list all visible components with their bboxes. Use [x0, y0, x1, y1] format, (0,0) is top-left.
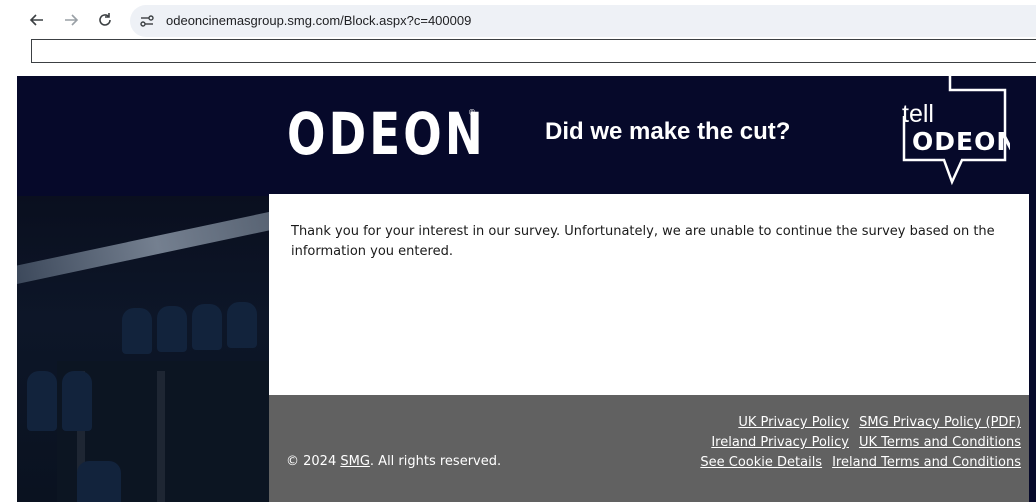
ireland-privacy-link[interactable]: Ireland Privacy Policy: [711, 435, 849, 450]
reload-icon[interactable]: [93, 8, 117, 32]
ireland-terms-link[interactable]: Ireland Terms and Conditions: [832, 455, 1021, 470]
find-input-field[interactable]: [32, 40, 1036, 62]
uk-terms-link[interactable]: UK Terms and Conditions: [859, 435, 1021, 450]
seat-divider: [157, 371, 165, 502]
site-settings-icon[interactable]: [138, 12, 156, 30]
message-panel: Thank you for your interest in our surve…: [269, 194, 1029, 395]
cookie-details-link[interactable]: See Cookie Details: [700, 455, 822, 470]
cinema-seat: [192, 304, 222, 350]
cinema-seat: [122, 308, 152, 354]
back-arrow-icon[interactable]: [25, 8, 49, 32]
copyright: © 2024 SMG. All rights reserved.: [286, 454, 501, 469]
cinema-seat: [62, 371, 92, 431]
url-text: odeoncinemasgroup.smg.com/Block.aspx?c=4…: [166, 13, 472, 28]
footer: © 2024 SMG. All rights reserved. UK Priv…: [269, 395, 1029, 502]
blocked-message: Thank you for your interest in our surve…: [291, 224, 995, 259]
browser-toolbar: odeoncinemasgroup.smg.com/Block.aspx?c=4…: [0, 0, 1036, 42]
odeon-logo: ODEON: [287, 100, 486, 168]
ceiling-beam: [17, 202, 277, 288]
cinema-seat: [77, 461, 121, 502]
address-bar[interactable]: odeoncinemasgroup.smg.com/Block.aspx?c=4…: [130, 5, 1036, 37]
smg-privacy-link[interactable]: SMG Privacy Policy (PDF): [859, 415, 1021, 430]
cinema-seat: [227, 302, 257, 348]
tell-odeon-logo: tell ODEON: [902, 76, 1010, 186]
copyright-suffix: . All rights reserved.: [369, 454, 502, 469]
copyright-prefix: © 2024: [286, 454, 341, 469]
page-tagline: Did we make the cut?: [545, 118, 791, 145]
tell-logo-brand: ODEON: [912, 127, 1010, 156]
cinema-background-image: [17, 196, 277, 502]
smg-link[interactable]: SMG: [340, 454, 370, 469]
find-input[interactable]: [31, 39, 1036, 63]
survey-page: ODEON ® Did we make the cut? tell ODEON …: [17, 76, 1036, 502]
tell-logo-text: tell: [902, 100, 934, 128]
registered-mark: ®: [468, 108, 476, 117]
footer-links: UK Privacy Policy SMG Privacy Policy (PDF…: [690, 413, 1021, 473]
cinema-seat: [157, 306, 187, 352]
uk-privacy-link[interactable]: UK Privacy Policy: [738, 415, 849, 430]
forward-arrow-icon[interactable]: [59, 8, 83, 32]
cinema-seat: [27, 371, 57, 431]
